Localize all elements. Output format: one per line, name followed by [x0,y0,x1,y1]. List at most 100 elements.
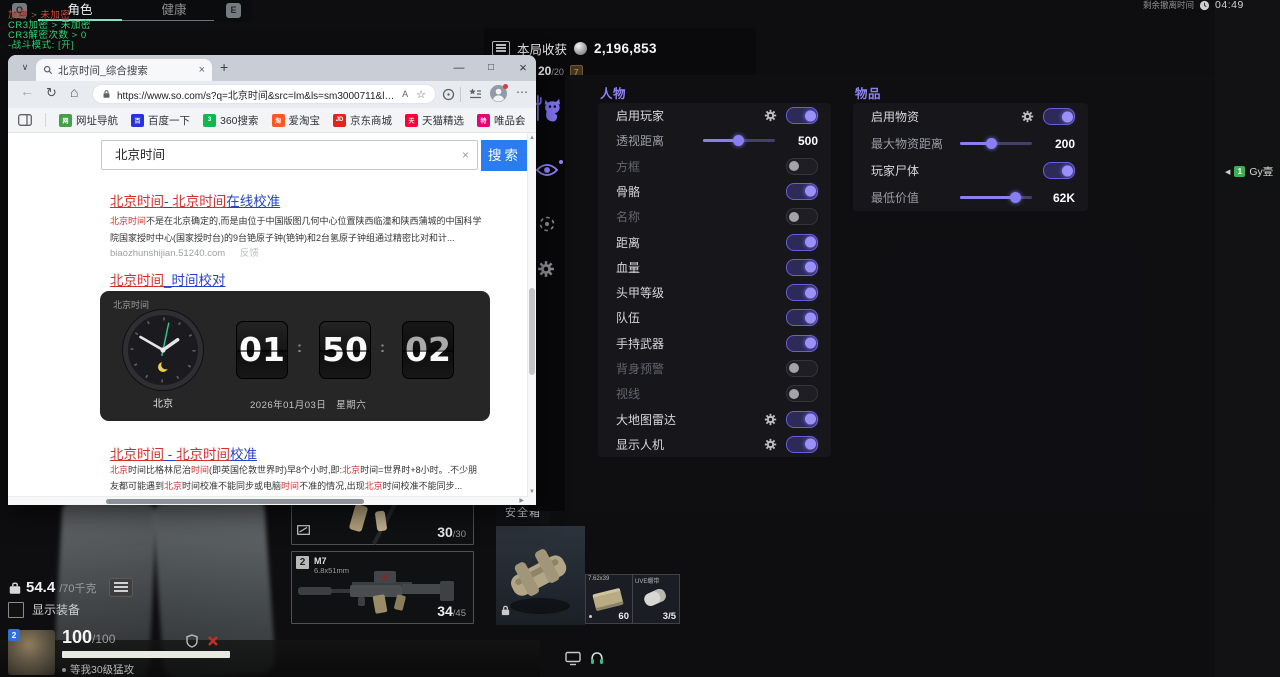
bookmark-item[interactable]: 3 360搜索 [203,113,259,128]
setting-row: 血量 [598,255,831,279]
maximize-button[interactable]: □ [476,55,506,81]
setting-row: 启用物资 [853,105,1088,129]
weapon-slot-secondary[interactable]: 2 M7 6.8x51mm 34/45 [291,551,474,624]
minimize-button[interactable]: — [444,55,474,81]
bookmark-item[interactable]: 百 百度一下 [131,113,190,128]
setting-row: 视线 [598,382,831,406]
favorite-star-icon[interactable]: ☆ [416,88,426,101]
bookmarks-overflow-chevron[interactable]: › [516,113,520,127]
screen: Q 角色 健康 E 加密 > 未加密 CR3加密 > 未加密 CR3解密次数 >… [0,0,1280,677]
bandage-image [642,587,667,608]
read-aloud-icon[interactable]: A [402,89,408,99]
close-button[interactable]: × [508,55,536,81]
show-equipment-checkbox[interactable] [8,602,24,618]
extension-icon[interactable] [442,88,455,106]
toggle-switch[interactable] [786,234,818,251]
sidebar-panel-icon[interactable] [18,114,32,126]
search-input[interactable]: 北京时间 [101,140,478,170]
toggle-switch[interactable] [786,107,818,124]
health-bar-fill [62,651,230,658]
setting-label: 队伍 [616,309,640,326]
scrollbar-thumb[interactable] [529,288,535,375]
back-button[interactable]: ← [20,83,34,99]
equipment-list-button[interactable] [109,578,133,597]
new-tab-button[interactable]: + [220,59,228,75]
chest-rig-item[interactable] [496,526,585,625]
favorites-collections-icon[interactable] [468,87,482,106]
scroll-down-icon[interactable]: ▼ [528,489,536,495]
setting-slider[interactable] [703,139,775,142]
vertical-scrollbar[interactable]: ▲ ▼ [527,133,536,505]
toggle-switch[interactable] [786,436,818,453]
clear-search-icon[interactable]: × [453,140,478,170]
loot-list-icon[interactable] [492,41,510,56]
bookmarks-bar: › 网 网址导航 百 百度一下 3 360搜索 淘 [8,108,536,133]
weight-max: /70千克 [59,580,96,596]
toggle-switch[interactable] [786,183,818,200]
section-header-items: 物品 [855,83,881,102]
result-title-link[interactable]: 北京时间 - 北京时间校准 [110,443,257,463]
toggle-switch[interactable] [786,158,818,175]
result-url: biaozhunshijian.51240.com 反馈 [110,245,259,259]
scroll-up-icon[interactable]: ▲ [528,135,536,141]
bottom-center-icons [565,650,605,666]
tab-search-chevron-icon[interactable]: ∨ [16,60,34,76]
bookmark-item[interactable]: JD 京东商城 [333,113,392,128]
item-count: 60 [618,611,629,622]
reload-button[interactable]: ↻ [46,85,57,101]
toggle-switch[interactable] [786,385,818,402]
title-fragment: 北京时间 [176,447,230,462]
toggle-switch[interactable] [786,360,818,377]
weight-current: 54.4 [26,579,55,596]
tab-health[interactable]: 健康 [128,0,220,21]
toggle-switch[interactable] [786,208,818,225]
gear-icon[interactable] [1021,110,1034,123]
health-value: 100/100 [62,627,115,648]
item-slot-bandage[interactable]: UVE绷带 3/5 [632,574,680,624]
tab-favicon-search-icon [43,65,53,75]
flip-seconds: 02 [402,321,454,379]
bookmark-item[interactable]: 网 网址导航 [59,113,118,128]
toggle-switch[interactable] [786,335,818,352]
setting-slider[interactable] [960,196,1032,199]
weapon-slot-primary[interactable]: 30/30 [291,500,474,545]
item-slot-ammo[interactable]: 7.62x39 60 [585,574,633,624]
aimbot-tab-target-icon[interactable] [538,215,556,238]
scrollbar-thumb[interactable] [106,499,364,504]
desc-fragment: 时间=世界时+8小时。.不少朋 [360,465,477,475]
toggle-switch[interactable] [786,284,818,301]
toggle-switch[interactable] [1043,162,1075,179]
feedback-link[interactable]: 反馈 [240,248,259,259]
gear-icon[interactable] [764,413,777,426]
bookmark-item[interactable]: 天 天猫精选 [405,113,464,128]
esp-tab-eye-icon[interactable] [536,163,558,182]
more-menu-icon[interactable]: ⋯ [516,85,528,99]
tab-close-icon[interactable]: × [199,64,205,76]
search-button[interactable]: 搜索 [481,140,528,171]
bookmark-favicon: 特 [477,114,490,127]
desc-fragment: 时间比格林尼治 [128,465,191,475]
settings-tab-gear-icon[interactable] [537,260,555,283]
browser-toolbar: ← ↻ ⌂ https://www.so.com/s?q=北京时间&src=lm… [8,81,536,108]
toggle-switch[interactable] [786,309,818,326]
result-title-link[interactable]: 北京时间- 北京时间在线校准 [110,190,280,210]
address-bar[interactable]: https://www.so.com/s?q=北京时间&src=lm&ls=sm… [92,84,436,104]
ammo-box-image [592,588,623,611]
toggle-switch[interactable] [1043,108,1075,125]
browser-tab[interactable]: 北京时间_综合搜索 × [36,59,212,81]
horizontal-scrollbar[interactable]: ▶ [8,496,528,505]
toggle-switch[interactable] [786,411,818,428]
result-title-link[interactable]: 北京时间_时间校对 [110,269,226,289]
bookmarks-divider [45,113,46,127]
bookmark-item[interactable]: 淘 爱淘宝 [272,113,321,128]
gear-icon[interactable] [764,438,777,451]
home-button[interactable]: ⌂ [70,84,78,100]
console-line: -战斗模式: [开] [8,41,91,51]
toggle-switch[interactable] [786,259,818,276]
setting-slider[interactable] [960,142,1032,145]
setting-row: 骨骼 [598,179,831,203]
scroll-right-icon[interactable]: ▶ [519,497,524,505]
desc-fragment: 友都可能遇到 [110,481,164,491]
bookmark-label: 唯品会 [494,113,526,128]
gear-icon[interactable] [764,109,777,122]
